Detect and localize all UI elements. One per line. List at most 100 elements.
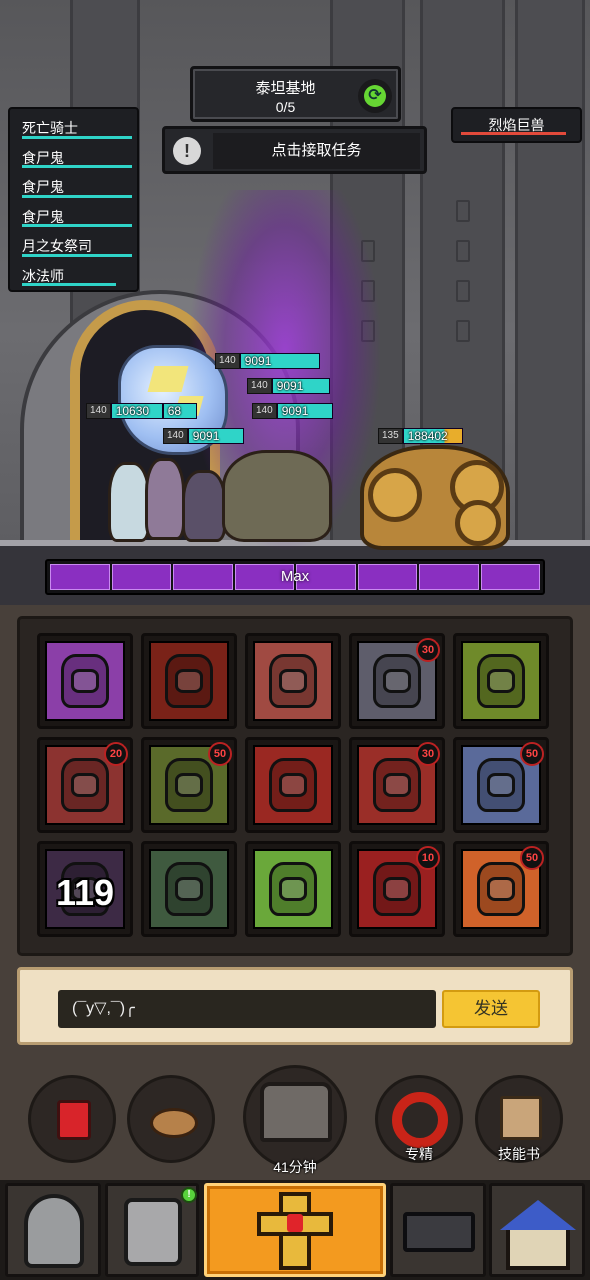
unit-hp-bar: 140 9091 bbox=[252, 403, 333, 419]
dark-knight-icon bbox=[149, 641, 229, 721]
tab-hero[interactable] bbox=[5, 1183, 101, 1277]
unit-hp-bar: 140 10630 68 bbox=[86, 403, 197, 419]
purple-storm-skill[interactable] bbox=[37, 633, 133, 729]
task-label: 点击接取任务 bbox=[213, 133, 420, 169]
target-icon bbox=[392, 1092, 448, 1148]
refresh-button[interactable]: ⟳ bbox=[358, 79, 392, 113]
party-member[interactable]: 食尸鬼 bbox=[16, 143, 132, 173]
tab-town[interactable] bbox=[489, 1183, 585, 1277]
enemy-panel[interactable]: 烈焰巨兽 bbox=[451, 107, 582, 143]
refresh-icon: ⟳ bbox=[364, 85, 386, 107]
unit-hp-value: 9091 bbox=[271, 378, 330, 394]
party-member[interactable]: 月之女祭司 bbox=[16, 231, 132, 261]
scarecrow-skill[interactable] bbox=[245, 841, 341, 937]
anvil-icon bbox=[403, 1212, 475, 1252]
tab-relic[interactable] bbox=[204, 1183, 386, 1277]
chest-icon bbox=[260, 1082, 332, 1142]
party-member-hp bbox=[22, 224, 132, 227]
party-member[interactable]: 食尸鬼 bbox=[16, 172, 132, 202]
party-member-hp bbox=[22, 253, 132, 257]
unit-hp-value: 10630 bbox=[110, 403, 163, 419]
skillbook-button[interactable]: 技能书 bbox=[475, 1075, 563, 1163]
food-button[interactable] bbox=[127, 1075, 215, 1163]
red-burst-skill[interactable] bbox=[245, 633, 341, 729]
golden-spear-skill[interactable]: 50 bbox=[453, 841, 549, 937]
skill-cooldown: 119 bbox=[55, 872, 115, 913]
unit-shield-value: 68 bbox=[162, 403, 197, 419]
unit-hp-bar: 140 9091 bbox=[163, 428, 244, 444]
enemy-hp-bar: 135 188402 bbox=[378, 428, 463, 444]
hero-ghoul bbox=[222, 450, 332, 542]
unit-hp-value: 9091 bbox=[239, 353, 320, 369]
green-skull-skill[interactable]: 50 bbox=[141, 737, 237, 833]
chat-input[interactable]: (¯y▽,¯)╭ bbox=[58, 990, 436, 1028]
dark-hand-icon bbox=[149, 849, 229, 929]
party-member-hp bbox=[22, 165, 132, 168]
treasure-chest-button[interactable] bbox=[243, 1065, 347, 1169]
tab-forge[interactable] bbox=[390, 1183, 486, 1277]
skill-level-badge: 20 bbox=[104, 742, 128, 766]
skill-level-badge: 10 bbox=[416, 846, 440, 870]
unit-level: 140 bbox=[247, 378, 272, 394]
helmet-icon bbox=[24, 1194, 84, 1268]
stone-pillar bbox=[515, 0, 585, 560]
party-member-hp bbox=[22, 194, 132, 198]
accept-task-button[interactable]: ! 点击接取任务 bbox=[162, 126, 427, 174]
party-member[interactable]: 死亡骑士 bbox=[16, 113, 132, 143]
house-roof bbox=[500, 1200, 576, 1230]
blood-shield-skill[interactable] bbox=[245, 737, 341, 833]
unit-hp-bar: 140 9091 bbox=[247, 378, 330, 394]
dark-hand-skill[interactable] bbox=[141, 841, 237, 937]
dungeon-panel: 泰坦基地 0/5 ⟳ bbox=[190, 66, 401, 122]
unit-hp-value: 9091 bbox=[187, 428, 244, 444]
skill-grid: 30 20 50 30 50 119 10 50 bbox=[17, 616, 573, 956]
rage-bar: Max bbox=[45, 559, 545, 595]
unit-level: 140 bbox=[163, 428, 188, 444]
purple-storm-icon bbox=[45, 641, 125, 721]
unit-hp-bar: 140 9091 bbox=[215, 353, 320, 369]
house-icon bbox=[506, 1226, 570, 1270]
hero-ice-mage bbox=[145, 458, 185, 540]
red-burst-icon bbox=[253, 641, 333, 721]
skull-armor-skill[interactable]: 30 bbox=[349, 633, 445, 729]
hero-death-knight bbox=[182, 470, 226, 542]
party-member[interactable]: 食尸鬼 bbox=[16, 202, 132, 232]
send-button[interactable]: 发送 bbox=[442, 990, 540, 1028]
unit-level: 140 bbox=[215, 353, 240, 369]
skill-level-badge: 30 bbox=[416, 638, 440, 662]
dark-knight-skill[interactable] bbox=[141, 633, 237, 729]
mastery-label: 专精 bbox=[405, 1146, 433, 1162]
party-member-hp bbox=[22, 135, 132, 139]
arcane-spear-skill[interactable]: 50 bbox=[453, 737, 549, 833]
unit-level: 140 bbox=[252, 403, 277, 419]
dungeon-title: 泰坦基地 bbox=[255, 80, 316, 97]
chest-timer: 41分钟 bbox=[273, 1159, 317, 1175]
unit-hp-value: 188402 bbox=[402, 428, 463, 444]
armor-icon bbox=[124, 1198, 182, 1266]
shadow-skill[interactable]: 119 bbox=[37, 841, 133, 937]
chain-blade-skill[interactable]: 10 bbox=[349, 841, 445, 937]
party-member-hp bbox=[22, 283, 116, 286]
blood-shield-icon bbox=[253, 745, 333, 825]
book-icon bbox=[500, 1096, 542, 1140]
rage-label: Max bbox=[280, 568, 310, 585]
unit-level: 140 bbox=[86, 403, 111, 419]
alert-icon: ! bbox=[173, 137, 201, 165]
unit-level: 135 bbox=[378, 428, 403, 444]
skill-level-badge: 50 bbox=[520, 742, 544, 766]
green-helm-skill[interactable] bbox=[453, 633, 549, 729]
potion-button[interactable] bbox=[28, 1075, 116, 1163]
mastery-button[interactable]: 专精 bbox=[375, 1075, 463, 1163]
green-helm-icon bbox=[461, 641, 541, 721]
skill-level-badge: 30 bbox=[416, 742, 440, 766]
enemy-hp bbox=[461, 132, 566, 135]
hero-moon-priestess bbox=[108, 462, 150, 542]
bread-icon bbox=[150, 1108, 198, 1138]
chat-bar: (¯y▽,¯)╭ 发送 bbox=[17, 967, 573, 1045]
party-member[interactable]: 冰法师 bbox=[16, 261, 131, 291]
iron-claw-skill[interactable]: 30 bbox=[349, 737, 445, 833]
notification-badge: ! bbox=[181, 1187, 197, 1203]
scarecrow-icon bbox=[253, 849, 333, 929]
party-roster: 死亡骑士 食尸鬼 食尸鬼 食尸鬼 月之女祭司 冰法师 bbox=[8, 107, 139, 292]
rose-skill[interactable]: 20 bbox=[37, 737, 133, 833]
